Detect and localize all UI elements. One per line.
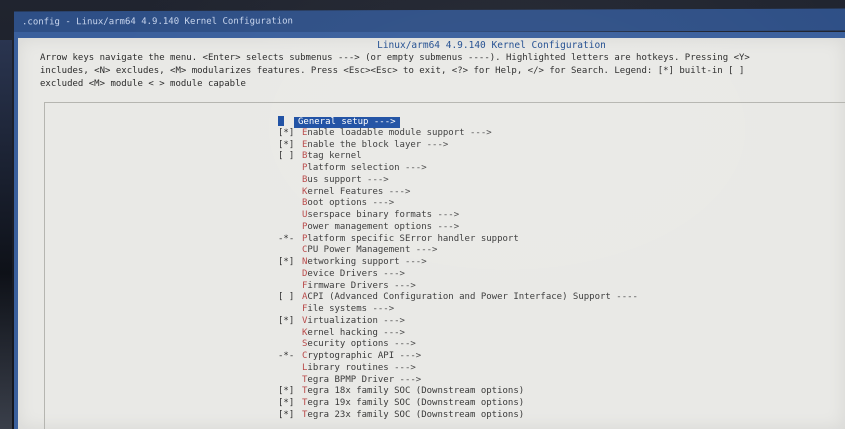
menu-item-label: ile systems <box>307 304 368 314</box>
menu-item-state[interactable]: [*] <box>278 386 302 398</box>
menu-item[interactable]: [*] Tegra 19x family SOC (Downstream opti… <box>278 398 638 410</box>
menu-item-label: serspace binary formats <box>307 210 433 220</box>
menu-item-arrow: ---> <box>394 351 422 361</box>
menu-item-state[interactable]: -*- <box>278 351 302 363</box>
menu-item-label: latform specific SError handler support <box>307 233 519 244</box>
menu-item-arrow: ---> <box>377 268 405 279</box>
menu-item-label: PU Power Management <box>307 245 411 256</box>
menu-item-arrow: ---> <box>394 374 422 385</box>
menu-item-state[interactable]: [*] <box>278 140 302 152</box>
menu-item-arrow: ---> <box>388 280 416 291</box>
menu-item[interactable]: [ ] Btag kernel <box>278 151 638 163</box>
menu-item-arrow: ---> <box>377 315 405 326</box>
menu-item[interactable]: Platform selection ---> <box>278 163 638 175</box>
menu-item[interactable]: [*] Tegra 23x family SOC (Downstream opti… <box>278 410 638 422</box>
menu-item-arrow: ---> <box>383 186 411 197</box>
help-text-line: includes, <N> excludes, <M> modularizes … <box>40 66 745 76</box>
menu-item-label: evice Drivers <box>307 268 378 279</box>
menu-item-arrow: ---> <box>367 304 395 314</box>
menu-item[interactable]: Kernel hacking ---> <box>278 328 638 340</box>
menu-item[interactable]: Kernel Features ---> <box>278 187 638 199</box>
menu-item[interactable]: Security options ---> <box>278 339 638 351</box>
menu-item-arrow: ---> <box>388 339 416 350</box>
menu-item-label: etworking support <box>307 257 400 267</box>
menuconfig-dialog: Linux/arm64 4.9.140 Kernel Configuration… <box>18 38 845 429</box>
menu-item-state[interactable]: [*] <box>278 410 302 422</box>
menu-item[interactable]: General setup ---> <box>278 116 638 129</box>
menu-item-arrow: ---- <box>610 292 638 303</box>
menu-item-label: ryptographic API <box>307 351 395 361</box>
menu-item-label: irtualization <box>307 315 378 326</box>
menu-item[interactable]: Library routines ---> <box>278 363 638 375</box>
menu-item-label: egra 18x family SOC (Downstream options) <box>307 386 525 397</box>
menu-item[interactable]: [*] Enable loadable module support ---> <box>278 128 638 140</box>
menu-item-label: egra 23x family SOC (Downstream options) <box>307 409 525 420</box>
monitor-bezel <box>0 40 12 429</box>
menu-item-state[interactable]: [*] <box>278 128 302 140</box>
help-text-line: Arrow keys navigate the menu. <Enter> se… <box>40 53 750 63</box>
dialog-title: Linux/arm64 4.9.140 Kernel Configuration <box>377 40 606 51</box>
window-title-bar: .config - Linux/arm64 4.9.140 Kernel Con… <box>14 8 845 34</box>
menu-item-state[interactable]: [*] <box>278 398 302 410</box>
menu-item-arrow: ---> <box>361 174 389 185</box>
menu-item-label: ibrary routines <box>307 362 389 373</box>
menu-item-arrow: ---> <box>399 257 427 267</box>
menu-item-label: us support <box>307 174 362 185</box>
menu-list: General setup ---> [*] Enable loadable mo… <box>278 116 638 422</box>
menu-item[interactable]: CPU Power Management ---> <box>278 245 638 257</box>
menu-item-label: oot options <box>307 198 368 209</box>
menu-item-arrow: ---> <box>464 127 492 138</box>
menu-item[interactable]: Firmware Drivers ---> <box>278 281 638 293</box>
menu-item-arrow: ---> <box>367 198 395 209</box>
menu-item[interactable]: File systems ---> <box>278 304 638 316</box>
menu-item[interactable]: -*- Cryptographic API ---> <box>278 351 638 363</box>
menu-item-label: egra 19x family SOC (Downstream options) <box>307 398 525 408</box>
menu-item[interactable]: Boot options ---> <box>278 198 638 210</box>
menu-item-state[interactable]: [*] <box>278 257 302 269</box>
menu-item-state[interactable]: [*] <box>278 316 302 328</box>
menu-item[interactable]: -*- Platform specific SError handler supp… <box>278 234 638 246</box>
menu-item-label: ower management options <box>307 221 433 232</box>
menu-item[interactable]: [ ] ACPI (Advanced Configuration and Powe… <box>278 292 638 304</box>
menu-item-arrow: ---> <box>410 245 438 256</box>
menu-item-arrow: ---> <box>432 210 460 220</box>
menu-item-label: nable loadable module support <box>307 127 465 138</box>
window-title: .config - Linux/arm64 4.9.140 Kernel Con… <box>22 16 293 28</box>
menu-frame: General setup ---> [*] Enable loadable mo… <box>44 102 845 429</box>
menu-item-label: CPI (Advanced Configuration and Power In… <box>307 292 611 303</box>
menu-item[interactable]: [*] Enable the block layer ---> <box>278 140 638 152</box>
menu-item[interactable]: Power management options ---> <box>278 222 638 234</box>
menu-item-label: irmware Drivers <box>307 280 389 291</box>
terminal-screen: .config - Linux/arm64 4.9.140 Kernel Con… <box>0 0 845 429</box>
menu-item-label: ernel Features <box>307 186 384 197</box>
menu-item[interactable]: [*] Networking support ---> <box>278 257 638 269</box>
menu-item[interactable]: [*] Virtualization ---> <box>278 316 638 328</box>
menu-item-arrow: ---> <box>399 163 427 173</box>
menu-item-label: latform selection <box>307 163 400 173</box>
menu-item[interactable]: Userspace binary formats ---> <box>278 210 638 222</box>
help-text-line: excluded <M> module < > module capable <box>40 79 246 89</box>
menu-item-label: ecurity options <box>307 339 389 350</box>
menu-item-arrow: ---> <box>421 139 449 150</box>
menu-item-label: tag kernel <box>307 151 362 162</box>
menu-item-label: nable the block layer <box>307 139 422 150</box>
menu-cursor <box>278 116 284 126</box>
menu-item[interactable]: Bus support ---> <box>278 175 638 187</box>
menu-item-label: egra BPMP Driver <box>307 374 395 385</box>
menu-item[interactable]: Tegra BPMP Driver ---> <box>278 375 638 387</box>
menu-item-state[interactable]: -*- <box>278 234 302 246</box>
menu-item-state[interactable]: [ ] <box>278 151 302 163</box>
menu-item[interactable]: Device Drivers ---> <box>278 269 638 281</box>
menu-item[interactable]: [*] Tegra 18x family SOC (Downstream opti… <box>278 386 638 398</box>
menu-item-arrow: ---> <box>432 221 460 232</box>
menu-item-state[interactable]: [ ] <box>278 292 302 304</box>
menu-item-arrow: ---> <box>388 362 416 373</box>
menu-item-label: eneral setup <box>303 116 369 127</box>
menu-item-label: ernel hacking <box>307 327 378 338</box>
menu-item-arrow: ---> <box>368 116 396 127</box>
menu-item-arrow: ---> <box>377 327 405 338</box>
